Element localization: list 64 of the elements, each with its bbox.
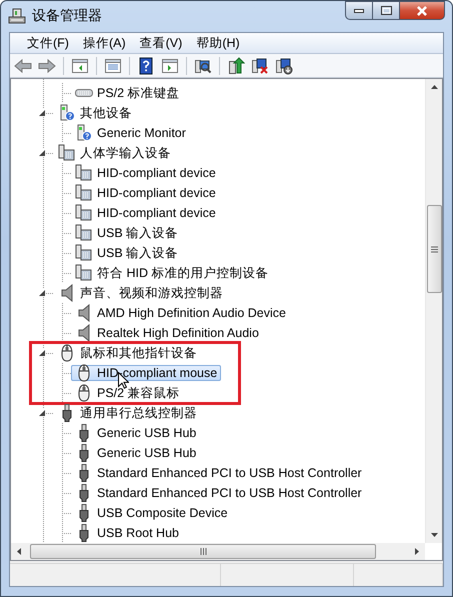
menu-item[interactable]: 操作(A) bbox=[76, 34, 133, 52]
usb-plug-icon bbox=[79, 484, 89, 502]
mouse-icon bbox=[78, 364, 90, 382]
scroll-up-icon[interactable] bbox=[430, 85, 438, 90]
tree-item[interactable]: Realtek High Definition Audio bbox=[71, 325, 263, 342]
maximize-icon bbox=[380, 6, 392, 15]
tree-item[interactable]: HID-compliant device bbox=[71, 165, 220, 182]
tree-item[interactable]: PS/2 兼容鼠标 bbox=[71, 385, 184, 402]
minimize-button[interactable] bbox=[345, 1, 372, 20]
input-device-icon bbox=[58, 144, 76, 162]
input-device-icon bbox=[75, 264, 93, 282]
close-icon bbox=[416, 6, 428, 16]
tree-item[interactable]: Standard Enhanced PCI to USB Host Controller bbox=[71, 485, 366, 502]
tree-item[interactable]: HID-compliant mouse bbox=[71, 365, 222, 382]
tree-item[interactable]: Generic USB Hub bbox=[71, 425, 200, 442]
mouse-icon bbox=[61, 344, 73, 362]
mouse-icon bbox=[78, 384, 90, 402]
usb-plug-icon bbox=[79, 424, 89, 442]
tree-item[interactable]: USB 输入设备 bbox=[71, 245, 182, 262]
scrollbar-thumb[interactable] bbox=[427, 205, 442, 294]
tree-item[interactable]: Generic Monitor bbox=[71, 125, 190, 142]
device-question-icon bbox=[59, 104, 75, 122]
tree-category[interactable]: 人体学输入设备 bbox=[54, 145, 175, 162]
maximize-button[interactable] bbox=[372, 1, 399, 20]
usb-plug-icon bbox=[79, 524, 89, 542]
input-device-icon bbox=[75, 164, 93, 182]
tree-item[interactable]: USB 输入设备 bbox=[71, 225, 182, 242]
scroll-left-icon[interactable] bbox=[17, 548, 21, 556]
usb-plug-icon bbox=[62, 404, 72, 422]
tree-item[interactable]: PS/2 标准键盘 bbox=[71, 85, 184, 102]
tree-item[interactable]: HID-compliant device bbox=[71, 185, 220, 202]
tree-category[interactable]: 鼠标和其他指针设备 bbox=[54, 345, 201, 362]
tree-item[interactable]: Standard Enhanced PCI to USB Host Controller bbox=[71, 465, 366, 482]
menu-item[interactable]: 文件(F) bbox=[20, 34, 76, 52]
usb-plug-icon bbox=[79, 444, 89, 462]
scroll-right-icon[interactable] bbox=[415, 548, 419, 556]
device-manager-icon bbox=[8, 7, 26, 25]
speaker-icon bbox=[78, 304, 90, 322]
scrollbar-thumb[interactable] bbox=[30, 544, 376, 560]
input-device-icon bbox=[75, 204, 93, 222]
speaker-icon bbox=[61, 284, 73, 302]
input-device-icon bbox=[75, 224, 93, 242]
tree-item[interactable]: 符合 HID 标准的用户控制设备 bbox=[71, 265, 272, 282]
tree-item[interactable]: AMD High Definition Audio Device bbox=[71, 305, 290, 322]
speaker-icon bbox=[78, 324, 90, 342]
tree-item[interactable]: HID-compliant device bbox=[71, 205, 220, 222]
keyboard-icon bbox=[75, 88, 93, 98]
input-device-icon bbox=[75, 184, 93, 202]
tree-category[interactable]: 声音、视频和游戏控制器 bbox=[54, 285, 227, 302]
tree-item[interactable]: USB Root Hub bbox=[71, 525, 183, 542]
usb-plug-icon bbox=[79, 464, 89, 482]
tree-item[interactable]: Generic USB Hub bbox=[71, 445, 200, 462]
menu-item[interactable]: 查看(V) bbox=[132, 34, 190, 52]
tree-item[interactable]: USB Composite Device bbox=[71, 505, 232, 522]
scroll-down-icon[interactable] bbox=[430, 533, 438, 538]
close-button[interactable] bbox=[399, 1, 445, 20]
minimize-icon bbox=[354, 8, 364, 12]
device-question-icon bbox=[76, 124, 92, 142]
menu-item[interactable]: 帮助(H) bbox=[189, 34, 247, 52]
input-device-icon bbox=[75, 244, 93, 262]
window-title: 设备管理器 bbox=[32, 7, 102, 25]
tree-category[interactable]: 通用串行总线控制器 bbox=[54, 405, 201, 422]
usb-plug-icon bbox=[79, 504, 89, 522]
tree-category[interactable]: 其他设备 bbox=[54, 105, 136, 122]
